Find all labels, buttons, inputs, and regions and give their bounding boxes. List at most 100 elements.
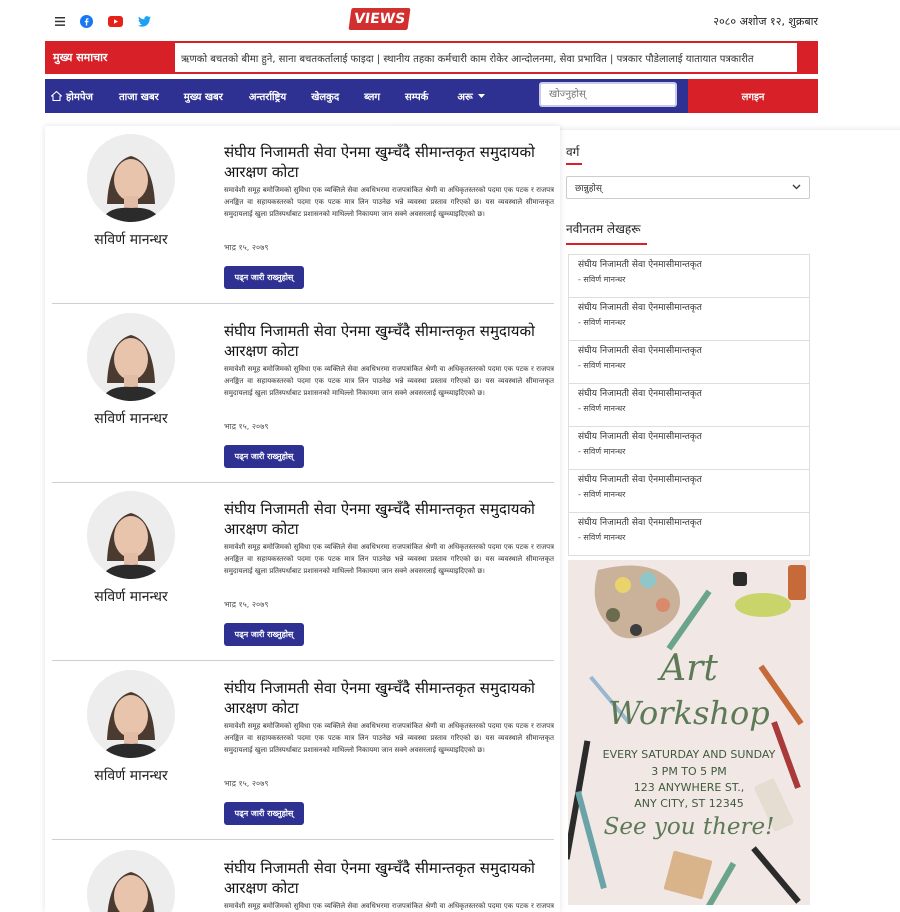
ad-title: Art [660, 648, 718, 689]
main-nav: होमपेज ताजा खबर मुख्य खबर अन्तर्राष्ट्रि… [45, 79, 818, 113]
latest-title[interactable]: संघीय निजामती सेवा ऐनमासीमान्तकृत [578, 516, 800, 530]
latest-title[interactable]: संघीय निजामती सेवा ऐनमासीमान्तकृत [578, 430, 800, 444]
latest-author: - सविर्ण मानन्धर [578, 275, 626, 284]
divider [52, 660, 554, 661]
divider [52, 303, 554, 304]
list-item[interactable]: संघीय निजामती सेवा ऐनमासीमान्तकृत - सविर… [569, 470, 809, 513]
latest-articles-list: संघीय निजामती सेवा ऐनमासीमान्तकृत - सविर… [568, 254, 810, 556]
heading-underline [566, 243, 647, 245]
article-excerpt: समावेशी समूह बमोजिमको सुविधा एक व्यक्तिल… [224, 186, 554, 218]
nav-item-international[interactable]: अन्तर्राष्ट्रिय [249, 79, 286, 113]
ad-schedule: EVERY SATURDAY AND SUNDAY [602, 748, 776, 761]
ad-tagline: See you there! [603, 814, 775, 840]
latest-author: - सविर्ण मानन्धर [578, 404, 626, 413]
article-excerpt: समावेशी समूह बमोजिमको सुविधा एक व्यक्तिल… [224, 543, 554, 575]
author-avatar [87, 850, 175, 912]
author-avatar [87, 134, 175, 222]
ad-time: 3 PM TO 5 PM [651, 765, 727, 778]
chevron-down-icon [792, 182, 801, 194]
article-card: संघीय निजामती सेवा ऐनमा खुम्चँदै सीमान्त… [52, 842, 554, 912]
nav-item-sports[interactable]: खेलकुद [311, 79, 339, 113]
nav-item-more[interactable]: अरू [457, 79, 485, 113]
read-more-button[interactable]: पढ्न जारी राख्नुहोस् [224, 623, 304, 646]
current-date: २०८० अशोज १२, शुक्रबार [713, 15, 818, 28]
latest-author: - सविर्ण मानन्धर [578, 318, 626, 327]
article-title[interactable]: संघीय निजामती सेवा ऐनमा खुम्चँदै सीमान्त… [224, 142, 559, 182]
read-more-button[interactable]: पढ्न जारी राख्नुहोस् [224, 802, 304, 825]
ad-address-line2: ANY CITY, ST 12345 [634, 797, 744, 810]
read-more-button[interactable]: पढ्न जारी राख्नुहोस् [224, 445, 304, 468]
list-item[interactable]: संघीय निजामती सेवा ऐनमासीमान्तकृत - सविर… [569, 427, 809, 470]
read-more-button[interactable]: पढ्न जारी राख्नुहोस् [224, 266, 304, 289]
list-item[interactable]: संघीय निजामती सेवा ऐनमासीमान्तकृत - सविर… [569, 255, 809, 298]
list-item[interactable]: संघीय निजामती सेवा ऐनमासीमान्तकृत - सविर… [569, 513, 809, 556]
ad-illustration [568, 565, 806, 905]
article-date: भाद्र १५, २०७९ [224, 243, 269, 252]
list-item[interactable]: संघीय निजामती सेवा ऐनमासीमान्तकृत - सविर… [569, 298, 809, 341]
search-input[interactable] [539, 82, 677, 107]
latest-title[interactable]: संघीय निजामती सेवा ऐनमासीमान्तकृत [578, 301, 800, 315]
latest-title[interactable]: संघीय निजामती सेवा ऐनमासीमान्तकृत [578, 344, 800, 358]
latest-author: - सविर्ण मानन्धर [578, 533, 626, 542]
ad-address-line1: 123 ANYWHERE ST., [633, 781, 745, 794]
latest-title[interactable]: संघीय निजामती सेवा ऐनमासीमान्तकृत [578, 387, 800, 401]
menu-icon[interactable] [55, 17, 65, 26]
article-date: भाद्र १५, २०७९ [224, 600, 269, 609]
category-select[interactable]: छान्नुहोस् [566, 176, 810, 199]
article-card: सविर्ण मानन्धर संघीय निजामती सेवा ऐनमा ख… [52, 126, 554, 304]
nav-item-blog[interactable]: ब्लग [364, 79, 380, 113]
latest-title[interactable]: संघीय निजामती सेवा ऐनमासीमान्तकृत [578, 473, 800, 487]
nav-item-main-news[interactable]: मुख्य खबर [184, 79, 223, 113]
author-avatar [87, 491, 175, 579]
author-avatar [87, 313, 175, 401]
latest-heading: नवीनतम लेखहरू [566, 222, 641, 236]
logo-tag: VIEWS [348, 8, 411, 30]
article-title[interactable]: संघीय निजामती सेवा ऐनमा खुम्चँदै सीमान्त… [224, 858, 554, 898]
article-title[interactable]: संघीय निजामती सेवा ऐनमा खुम्चँदै सीमान्त… [224, 678, 559, 718]
facebook-icon[interactable] [80, 15, 93, 28]
home-icon [51, 91, 62, 101]
nav-label-more: अरू [457, 92, 473, 103]
nav-item-latest[interactable]: ताजा खबर [119, 79, 159, 113]
youtube-icon[interactable] [108, 16, 123, 27]
article-excerpt: समावेशी समूह बमोजिमको सुविधा एक व्यक्तिल… [224, 722, 554, 754]
top-bar: POKHARA VIEWS २०८० अशोज १२, शुक्रबार [0, 0, 900, 912]
author-name[interactable]: सविर्ण मानन्धर [52, 766, 210, 785]
latest-author: - सविर्ण मानन्धर [578, 361, 626, 370]
art-workshop-ad[interactable]: Art Workshop EVERY SATURDAY AND SUNDAY 3… [568, 560, 810, 905]
nav-item-contact[interactable]: सम्पर्क [405, 79, 428, 113]
news-ticker: मुख्य समाचार ऋणको बचतको बीमा हुने, साना … [45, 41, 818, 74]
ad-subtitle: Workshop [608, 694, 770, 732]
article-excerpt: समावेशी समूह बमोजिमको सुविधा एक व्यक्तिल… [224, 902, 554, 910]
nav-item-home[interactable]: होमपेज [51, 79, 93, 113]
latest-author: - सविर्ण मानन्धर [578, 447, 626, 456]
article-title[interactable]: संघीय निजामती सेवा ऐनमा खुम्चँदै सीमान्त… [224, 321, 559, 361]
latest-author: - सविर्ण मानन्धर [578, 490, 626, 499]
article-title[interactable]: संघीय निजामती सेवा ऐनमा खुम्चँदै सीमान्त… [224, 499, 559, 539]
ticker-label: मुख्य समाचार [53, 51, 108, 64]
nav-label-home: होमपेज [66, 92, 93, 103]
author-avatar [87, 670, 175, 758]
ticker-text[interactable]: ऋणको बचतको बीमा हुने, साना बचतकर्तालाई फ… [175, 43, 797, 72]
article-card: सविर्ण मानन्धर संघीय निजामती सेवा ऐनमा ख… [52, 305, 554, 483]
list-item[interactable]: संघीय निजामती सेवा ऐनमासीमान्तकृत - सविर… [569, 384, 809, 427]
category-select-value: छान्नुहोस् [575, 184, 602, 194]
login-button[interactable]: लगइन [688, 79, 818, 113]
article-list: सविर्ण मानन्धर संघीय निजामती सेवा ऐनमा ख… [45, 126, 560, 912]
category-heading: वर्ग [566, 145, 580, 159]
site-logo[interactable]: POKHARA VIEWS [348, 4, 900, 912]
article-excerpt: समावेशी समूह बमोजिमको सुविधा एक व्यक्तिल… [224, 365, 554, 397]
list-item[interactable]: संघीय निजामती सेवा ऐनमासीमान्तकृत - सविर… [569, 341, 809, 384]
author-name[interactable]: सविर्ण मानन्धर [52, 409, 210, 428]
twitter-icon[interactable] [138, 16, 151, 27]
latest-title[interactable]: संघीय निजामती सेवा ऐनमासीमान्तकृत [578, 258, 800, 272]
social-links [55, 15, 151, 28]
article-card: सविर्ण मानन्धर संघीय निजामती सेवा ऐनमा ख… [52, 662, 554, 840]
article-date: भाद्र १५, २०७९ [224, 779, 269, 788]
article-date: भाद्र १५, २०७९ [224, 422, 269, 431]
author-name[interactable]: सविर्ण मानन्धर [52, 587, 210, 606]
divider [52, 839, 554, 840]
article-card: सविर्ण मानन्धर संघीय निजामती सेवा ऐनमा ख… [52, 483, 554, 661]
heading-underline [566, 163, 582, 165]
author-name[interactable]: सविर्ण मानन्धर [52, 230, 210, 249]
